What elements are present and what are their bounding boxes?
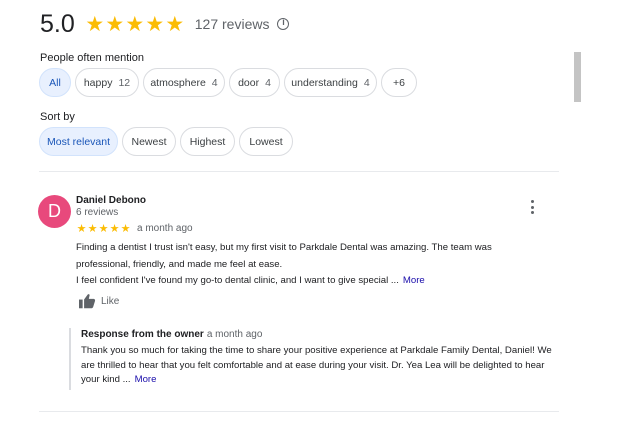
mentions-label: People often mention xyxy=(40,52,144,64)
review-rating-row: ★ ★ ★ ★ ★ a month ago xyxy=(76,222,193,235)
chip-count: 4 xyxy=(363,76,370,89)
star-icon: ★ xyxy=(109,223,120,235)
sort-options: Most relevant Newest Highest Lowest xyxy=(39,127,297,156)
owner-response-more-link[interactable]: More xyxy=(135,374,157,385)
avatar[interactable]: D xyxy=(38,195,71,228)
review-stars: ★ ★ ★ ★ ★ xyxy=(76,222,131,235)
review-count: 127 reviews xyxy=(194,16,270,32)
owner-response-title: Response from the owner xyxy=(81,329,204,340)
chip-label: +6 xyxy=(393,76,405,89)
thumbs-up-icon xyxy=(79,294,96,309)
owner-response: Response from the owner a month ago Thank… xyxy=(69,328,559,390)
sort-most-relevant[interactable]: Most relevant xyxy=(39,127,118,156)
review-text: Finding a dentist I trust isn't easy, bu… xyxy=(76,240,546,290)
review-text-line: I feel confident I've found my go-to den… xyxy=(76,275,399,286)
chip-label: atmosphere xyxy=(150,76,206,89)
chip-more[interactable]: +6 xyxy=(381,68,417,97)
star-icon: ★ xyxy=(125,12,145,36)
rating-stars: ★ ★ ★ ★ ★ xyxy=(85,12,185,37)
star-icon: ★ xyxy=(165,12,185,36)
sort-lowest[interactable]: Lowest xyxy=(239,127,293,156)
rating-value: 5.0 xyxy=(40,10,75,38)
review-text-line: professional, friendly, and made me feel… xyxy=(76,258,283,270)
chip-count: 4 xyxy=(265,76,271,89)
like-button[interactable]: Like xyxy=(78,293,119,309)
chip-understanding[interactable]: understanding 4 xyxy=(284,68,377,97)
reviewer-review-count: 6 reviews xyxy=(76,207,119,218)
chip-happy[interactable]: happy 12 xyxy=(75,68,139,97)
reviewer-name[interactable]: Daniel Debono xyxy=(76,195,146,206)
more-options-icon[interactable] xyxy=(528,200,536,214)
chip-count: 12 xyxy=(118,76,131,89)
chip-label: happy xyxy=(83,76,113,89)
chip-atmosphere[interactable]: atmosphere 4 xyxy=(143,68,225,97)
review-date: a month ago xyxy=(137,223,193,234)
sort-highest[interactable]: Highest xyxy=(180,127,235,156)
star-icon: ★ xyxy=(87,223,98,235)
like-label: Like xyxy=(101,295,120,307)
sort-option-label: Lowest xyxy=(249,135,283,148)
star-icon: ★ xyxy=(120,223,131,235)
review-text-line: Finding a dentist I trust isn't easy, bu… xyxy=(76,242,492,253)
chip-door[interactable]: door 4 xyxy=(229,68,280,97)
divider xyxy=(39,411,559,412)
star-icon: ★ xyxy=(98,223,109,235)
star-icon: ★ xyxy=(105,12,125,36)
chip-count: 4 xyxy=(211,76,218,89)
chip-label: All xyxy=(49,76,61,89)
sort-label: Sort by xyxy=(40,111,75,123)
sort-newest[interactable]: Newest xyxy=(122,127,176,156)
chip-all[interactable]: All xyxy=(39,68,71,97)
owner-response-date: a month ago xyxy=(206,329,263,340)
sort-option-label: Highest xyxy=(189,135,226,148)
owner-response-text-block: Thank you so much for taking the time to… xyxy=(81,344,559,388)
mention-chips: All happy 12 atmosphere 4 door 4 underst… xyxy=(39,68,421,97)
rating-summary: 5.0 ★ ★ ★ ★ ★ 127 reviews xyxy=(40,10,290,38)
chip-label: understanding xyxy=(291,76,358,89)
sort-option-label: Newest xyxy=(131,135,167,148)
owner-response-header: Response from the owner a month ago xyxy=(81,328,559,342)
star-icon: ★ xyxy=(76,223,87,235)
info-icon[interactable] xyxy=(277,17,290,30)
scrollbar-thumb[interactable] xyxy=(574,52,581,102)
star-icon: ★ xyxy=(85,12,105,36)
review-more-link[interactable]: More xyxy=(403,275,425,286)
sort-option-label: Most relevant xyxy=(46,135,111,148)
star-icon: ★ xyxy=(145,12,165,36)
divider xyxy=(39,171,559,172)
chip-label: door xyxy=(238,76,260,89)
